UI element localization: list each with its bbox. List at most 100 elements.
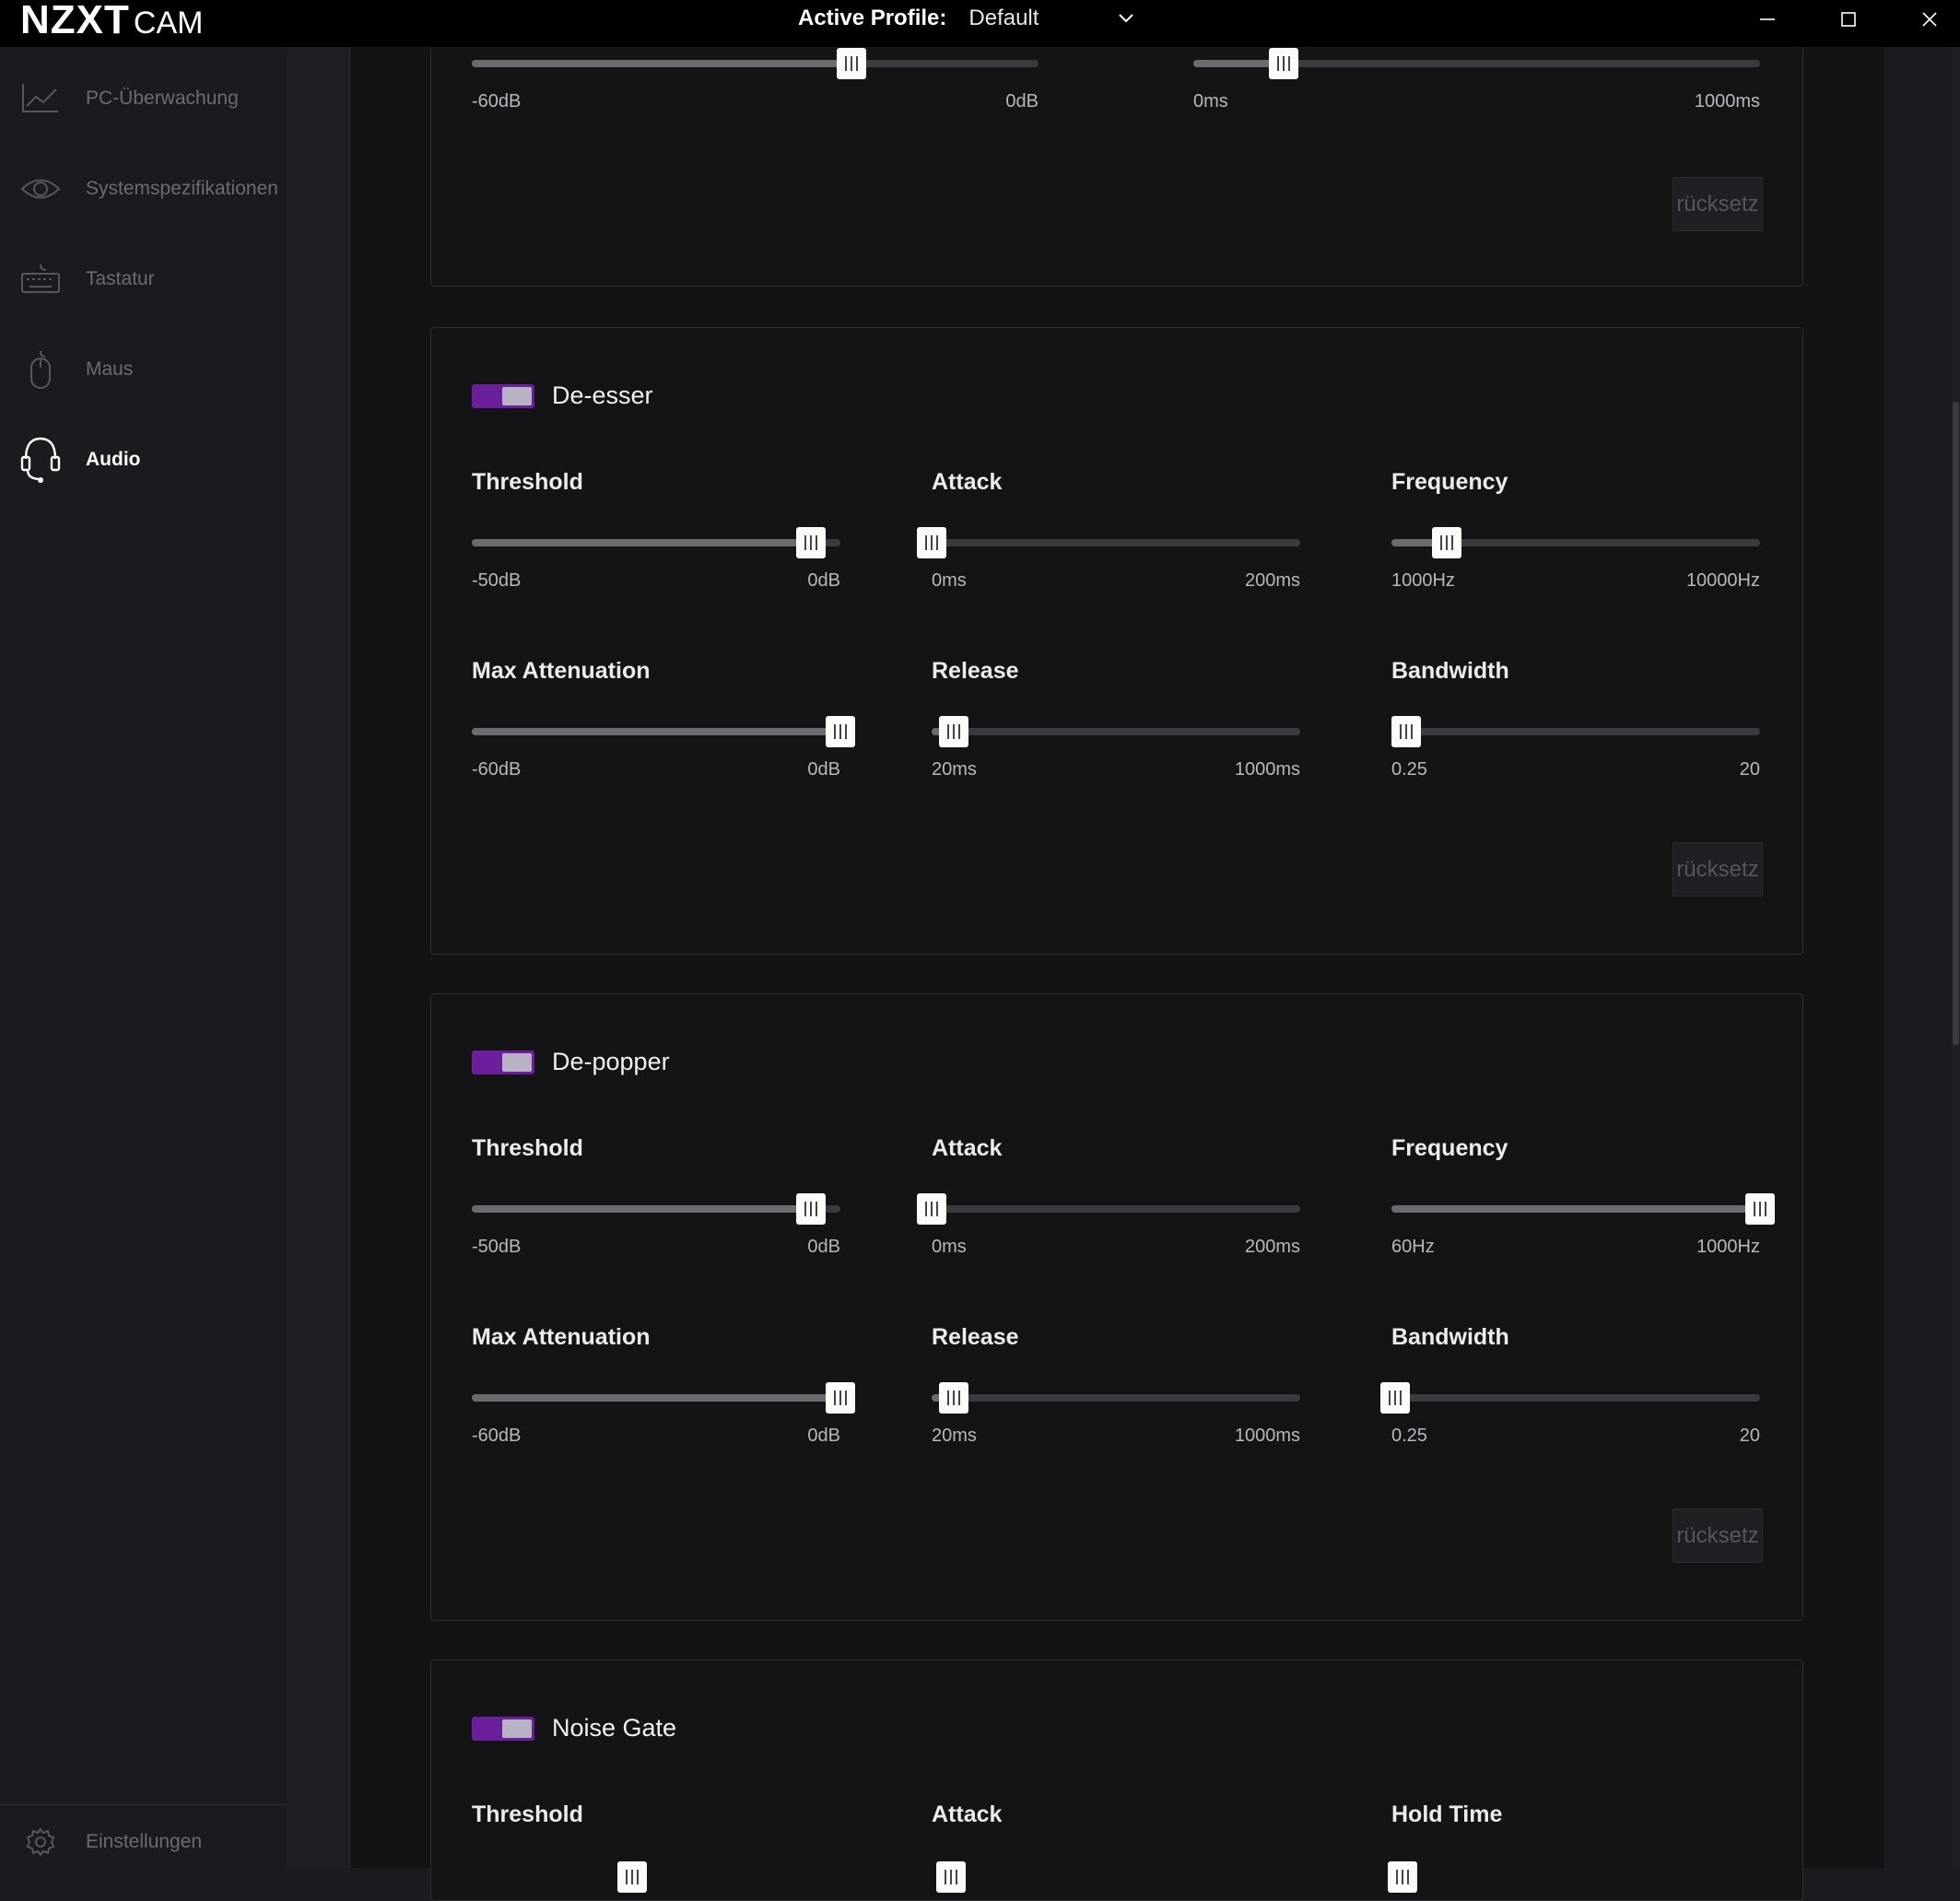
toggle-knob [502,386,532,405]
param-label: Threshold [472,1801,583,1827]
param-label: Bandwidth [1391,1324,1509,1350]
reset-button[interactable]: rücksetz [1672,177,1763,231]
slider[interactable] [932,716,1300,747]
slider[interactable] [472,527,840,558]
slider-fill [472,539,811,546]
scrollbar-thumb[interactable] [1953,402,1959,1045]
card-header: Noise Gate [472,1714,676,1743]
slider[interactable] [932,1382,1300,1414]
slider-fill [472,1394,840,1402]
slider-thumb[interactable] [1269,48,1298,79]
sidebar-item-label: PC-Überwachung [86,88,239,109]
card-header: De-popper [472,1048,670,1076]
nzxt-cam-logo: NZXT CAM [20,0,203,42]
slider-thumb[interactable] [796,1193,826,1225]
noise-gate-toggle[interactable] [472,1716,534,1741]
keyboard-icon [20,259,61,299]
top-effect-card: -60dB 0dB 0ms 1000ms rücksetz [430,18,1803,287]
minimize-button[interactable] [1740,0,1795,39]
slider[interactable] [472,1193,840,1225]
param-label: Attack [932,1801,1003,1827]
slider-thumb[interactable] [917,1193,946,1225]
card-title: De-esser [552,381,653,409]
slider[interactable] [1391,716,1760,747]
slider-thumb[interactable] [617,1861,647,1893]
gear-icon [20,1822,61,1862]
slider[interactable] [917,1193,1300,1225]
active-profile-selector[interactable]: Active Profile: Default [798,6,1136,31]
sidebar-item-mouse[interactable]: Maus [0,342,287,397]
de-popper-toggle[interactable] [472,1050,534,1074]
chevron-down-icon[interactable] [1116,8,1136,29]
range-min-label: -50dB [472,570,522,591]
sidebar-item-pc-monitoring[interactable]: PC-Überwachung [0,71,287,126]
slider-thumb[interactable] [796,527,826,558]
range-max-label: 200ms [1244,1237,1300,1257]
param-label: Threshold [472,1135,583,1161]
slider[interactable] [1391,527,1760,558]
sidebar-item-keyboard[interactable]: Tastatur [0,252,287,307]
slider-thumb[interactable] [1745,1193,1775,1225]
headset-icon [20,437,61,483]
slider-thumb[interactable] [917,527,946,558]
minimize-icon [1760,18,1775,20]
slider-track[interactable] [932,728,1300,735]
sidebar-item-system-specs[interactable]: Systemspezifikationen [0,161,287,217]
active-profile-label: Active Profile: [798,6,947,30]
sidebar: PC-Überwachung Systemspezifikationen Tas… [0,47,287,1868]
slider[interactable] [472,1382,855,1414]
slider-track[interactable] [932,1205,1300,1213]
noise-gate-card: Noise Gate Threshold Attack Hold Time [430,1660,1803,1901]
slider-thumb[interactable] [826,716,855,747]
reset-button[interactable]: rücksetz [1672,1508,1763,1563]
param-label: Release [932,1324,1019,1350]
param-label: Max Attenuation [472,658,651,684]
slider-thumb[interactable] [837,48,866,79]
param-label: Release [932,658,1019,684]
slider-thumb[interactable] [826,1382,855,1414]
range-max-label: 0dB [807,1426,840,1446]
maximize-button[interactable] [1821,0,1876,39]
card-title: Noise Gate [552,1714,677,1742]
card-header: De-esser [472,381,653,410]
slider[interactable] [917,527,1300,558]
slider-thumb[interactable] [1391,716,1421,747]
param-label: Threshold [472,469,583,495]
slider-track[interactable] [1391,1394,1760,1402]
active-profile-value: Default [968,6,1039,30]
sidebar-item-settings[interactable]: Einstellungen [0,1814,287,1870]
logo-sub: CAM [133,6,204,41]
range-min-label: 0ms [1193,91,1228,111]
slider[interactable] [472,716,855,747]
close-button[interactable] [1902,0,1957,39]
slider-track[interactable] [932,1394,1300,1402]
slider[interactable] [1193,48,1760,79]
slider-thumb[interactable] [1432,527,1461,558]
slider[interactable] [1391,1193,1775,1225]
logo-main: NZXT [20,0,130,42]
slider-fill [472,728,840,735]
slider-track[interactable] [1391,728,1760,735]
slider[interactable] [1380,1382,1760,1414]
slider-thumb[interactable] [939,716,968,747]
slider[interactable] [472,48,1039,79]
sidebar-item-label: Audio [86,449,141,470]
slider-thumb[interactable] [939,1382,968,1414]
sidebar-gutter [287,47,350,1868]
range-max-label: 200ms [1244,570,1300,591]
range-max-label: 1000Hz [1696,1237,1760,1257]
toggle-knob [502,1052,532,1072]
sidebar-item-label: Tastatur [86,268,155,289]
range-min-label: -60dB [472,759,522,780]
slider-thumb[interactable] [1388,1861,1417,1893]
slider-thumb[interactable] [1380,1382,1410,1414]
toggle-knob [502,1719,532,1738]
line-chart-icon [20,78,61,119]
range-max-label: 20 [1739,759,1760,780]
range-max-label: 1000ms [1694,91,1760,111]
sidebar-item-audio[interactable]: Audio [0,432,287,487]
slider-track[interactable] [932,539,1300,546]
de-esser-toggle[interactable] [472,383,534,408]
slider-thumb[interactable] [936,1861,966,1893]
reset-button[interactable]: rücksetz [1672,842,1763,897]
